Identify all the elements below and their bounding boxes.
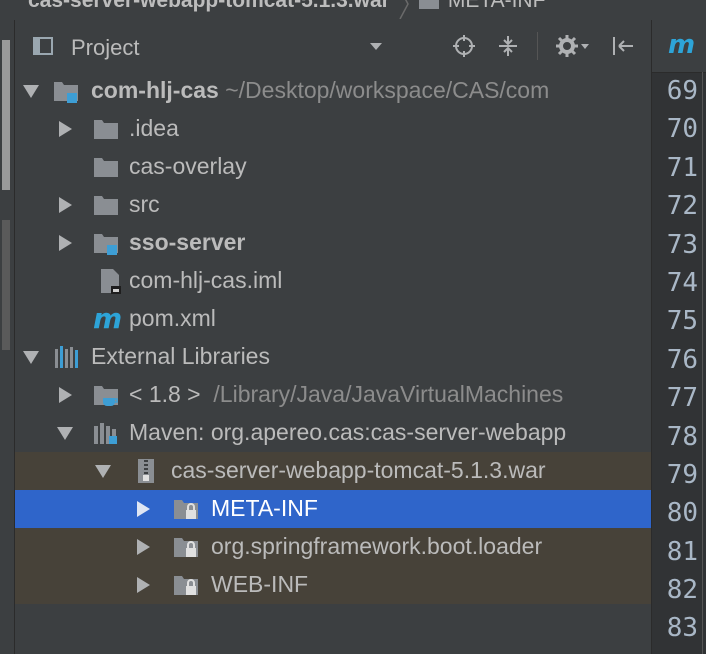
tree-node-external-libraries[interactable]: External Libraries (15, 338, 651, 376)
gutter-divider (702, 72, 703, 654)
tree-node-root-module[interactable]: com-hlj-cas ~/Desktop/workspace/CAS/com (15, 72, 651, 110)
collapsed-arrow-icon[interactable] (133, 499, 153, 519)
tree-node-cas-overlay[interactable]: cas-overlay (15, 148, 651, 186)
collapsed-arrow-icon[interactable] (55, 119, 75, 139)
line-number: 77 (666, 383, 698, 414)
collapsed-arrow-icon[interactable] (133, 537, 153, 557)
locked-folder-icon (174, 538, 198, 557)
maven-file-icon: m (668, 30, 696, 60)
structure-tool-button[interactable] (2, 220, 10, 350)
tree-node-idea[interactable]: .idea (15, 110, 651, 148)
module-folder-icon (94, 234, 118, 255)
breadcrumb-separator-icon (399, 0, 409, 19)
line-number: 83 (666, 613, 698, 644)
locate-icon[interactable] (452, 34, 476, 58)
tree-node-web-inf[interactable]: WEB-INF (15, 566, 651, 604)
folder-icon (94, 158, 118, 177)
expanded-arrow-icon[interactable] (21, 81, 41, 101)
line-number: 74 (666, 267, 698, 298)
line-number: 80 (666, 498, 698, 529)
iml-file-icon (101, 269, 121, 294)
chevron-down-icon[interactable] (369, 42, 383, 52)
tree-node-iml[interactable]: com-hlj-cas.iml (15, 262, 651, 300)
tree-node-label: cas-overlay (129, 153, 247, 179)
collapsed-arrow-icon[interactable] (55, 233, 75, 253)
toolbar-divider (537, 32, 538, 60)
line-number: 76 (666, 344, 698, 375)
tree-node-label: .idea (129, 115, 179, 141)
project-tool-button[interactable] (2, 40, 10, 190)
collapse-all-icon[interactable] (496, 34, 520, 58)
tree-node-label: org.springframework.boot.loader (211, 533, 543, 559)
tree-node-label: External Libraries (91, 343, 270, 369)
tree-node-label: < 1.8 > /Library/Java/JavaVirtualMachine… (129, 381, 564, 407)
tree-node-label: com-hlj-cas.iml (129, 267, 283, 293)
tree-node-war-archive[interactable]: cas-server-webapp-tomcat-5.1.3.war (15, 452, 651, 490)
tree-node-sso-server[interactable]: sso-server (15, 224, 651, 262)
tree-node-maven-library[interactable]: Maven: org.apereo.cas:cas-server-webapp (15, 414, 651, 452)
breadcrumb: cas-server-webapp-tomcat-5.1.3.war META-… (0, 0, 706, 21)
maven-file-icon: m (93, 302, 123, 335)
line-number: 79 (666, 459, 698, 490)
expanded-arrow-icon[interactable] (93, 461, 113, 481)
tree-node-label: src (129, 191, 160, 217)
tree-node-label: Maven: org.apereo.cas:cas-server-webapp (129, 419, 567, 445)
tree-node-label: cas-server-webapp-tomcat-5.1.3.war (171, 457, 546, 483)
tree-node-label: com-hlj-cas ~/Desktop/workspace/CAS/com (91, 77, 550, 103)
collapsed-arrow-icon[interactable] (55, 195, 75, 215)
module-folder-icon (54, 82, 78, 103)
line-number: 73 (666, 229, 698, 260)
expanded-arrow-icon[interactable] (55, 423, 75, 443)
folder-icon (94, 196, 118, 215)
locked-folder-icon (174, 500, 198, 519)
project-panel-header: Project (15, 20, 651, 73)
breadcrumb-item-war[interactable]: cas-server-webapp-tomcat-5.1.3.war (28, 0, 390, 13)
tree-node-jdk[interactable]: < 1.8 > /Library/Java/JavaVirtualMachine… (15, 376, 651, 414)
line-number: 70 (666, 114, 698, 145)
project-view-icon (33, 37, 53, 55)
folder-icon (418, 0, 439, 9)
collapsed-arrow-icon[interactable] (55, 385, 75, 405)
hide-panel-icon[interactable] (611, 34, 635, 58)
tree-node-label: pom.xml (129, 305, 216, 331)
line-number: 81 (666, 536, 698, 567)
tree-node-meta-inf[interactable]: META-INF (15, 490, 651, 528)
archive-icon (138, 459, 154, 483)
tree-node-label: META-INF (211, 495, 318, 521)
tree-node-src[interactable]: src (15, 186, 651, 224)
line-number: 75 (666, 306, 698, 337)
folder-icon (94, 120, 118, 139)
gear-icon[interactable] (555, 34, 589, 58)
panel-title[interactable]: Project (71, 35, 139, 61)
project-tree: com-hlj-cas ~/Desktop/workspace/CAS/com … (15, 72, 651, 654)
libraries-icon (55, 346, 78, 368)
collapsed-arrow-icon[interactable] (133, 575, 153, 595)
editor-gutter: m 69 70 71 72 73 74 75 76 77 78 79 80 81… (651, 20, 706, 654)
tree-node-label: sso-server (129, 229, 246, 255)
editor-tab-pom[interactable]: m (652, 20, 706, 73)
left-tool-stripe (0, 20, 15, 654)
line-number: 69 (666, 76, 698, 106)
line-number: 72 (666, 191, 698, 222)
line-number: 78 (666, 421, 698, 452)
expanded-arrow-icon[interactable] (21, 347, 41, 367)
line-numbers: 69 70 71 72 73 74 75 76 77 78 79 80 81 8… (652, 72, 702, 648)
tree-node-pom[interactable]: m pom.xml (15, 300, 651, 338)
library-icon (94, 423, 117, 444)
jdk-folder-icon (94, 386, 118, 406)
line-number: 82 (666, 575, 698, 606)
tree-node-boot-loader[interactable]: org.springframework.boot.loader (15, 528, 651, 566)
locked-folder-icon (174, 576, 198, 595)
breadcrumb-item-meta-inf[interactable]: META-INF (448, 0, 546, 13)
line-number: 71 (666, 152, 698, 183)
tree-node-label: WEB-INF (211, 571, 309, 597)
